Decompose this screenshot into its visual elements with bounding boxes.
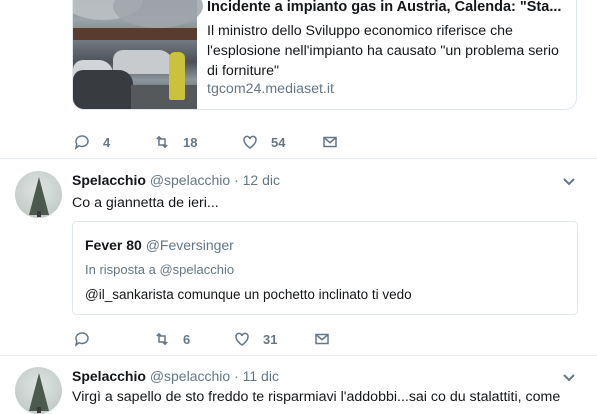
quoted-tweet-header: Fever 80 @Feversinger (85, 237, 234, 253)
retweet-button[interactable]: 18 (153, 133, 241, 151)
message-button[interactable] (313, 330, 393, 348)
chevron-down-icon[interactable] (561, 174, 577, 190)
retweet-button[interactable]: 6 (153, 330, 233, 348)
like-icon (243, 135, 257, 149)
like-button[interactable]: 54 (241, 133, 321, 151)
tweet-actions: 6 31 (73, 329, 393, 349)
quoted-user-handle: @Feversinger (145, 237, 234, 253)
quoted-tweet[interactable]: Fever 80 @Feversinger In risposta a @spe… (72, 221, 578, 315)
tweet-text: Virgì a sapello de sto freddo te risparm… (72, 389, 561, 405)
tweet-divider (0, 355, 597, 356)
reply-button[interactable]: 4 (73, 133, 153, 151)
reply-button[interactable] (73, 330, 153, 348)
user-name[interactable]: Spelacchio (72, 368, 146, 384)
user-handle[interactable]: @spelacchio (150, 368, 230, 384)
retweet-count: 18 (183, 134, 198, 150)
tweet-date[interactable]: · 12 dic (234, 172, 280, 188)
quoted-tweet-text: @il_sankarista comunque un pochetto incl… (85, 287, 412, 302)
avatar[interactable] (15, 171, 62, 218)
retweet-icon (156, 332, 168, 346)
user-name[interactable]: Spelacchio (72, 172, 146, 188)
like-count: 31 (263, 331, 278, 347)
reply-prefix: In risposta a (85, 262, 160, 277)
tweet-text: Co a giannetta de ieri... (72, 195, 219, 211)
link-card-domain: tgcom24.mediaset.it (207, 81, 334, 97)
message-button[interactable] (321, 133, 401, 151)
tweet-actions: 4 18 54 (73, 132, 401, 152)
like-button[interactable]: 31 (233, 330, 313, 348)
reply-icon (74, 135, 89, 150)
reply-to-handle[interactable]: @spelacchio (159, 262, 234, 277)
link-card[interactable]: Incidente a impianto gas in Austria, Cal… (72, 0, 577, 110)
reply-icon (74, 332, 89, 347)
tweet-date[interactable]: · 11 dic (234, 368, 279, 384)
message-icon (323, 136, 337, 148)
user-handle[interactable]: @spelacchio (150, 172, 230, 188)
tweet-header: Spelacchio @spelacchio · 12 dic (72, 172, 280, 188)
avatar[interactable] (15, 367, 62, 414)
like-icon (235, 332, 249, 346)
reply-count: 4 (103, 134, 111, 150)
retweet-count: 6 (183, 331, 191, 347)
reply-context: In risposta a @spelacchio (85, 262, 234, 277)
tweet-header: Spelacchio @spelacchio · 11 dic (72, 368, 279, 384)
tweet-divider (0, 158, 597, 159)
link-card-title: Incidente a impianto gas in Austria, Cal… (207, 0, 562, 15)
link-card-description: Il ministro dello Sviluppo economico rif… (207, 23, 559, 79)
chevron-down-icon[interactable] (561, 370, 577, 386)
retweet-icon (156, 135, 168, 149)
link-card-image (73, 0, 203, 109)
like-count: 54 (271, 134, 286, 150)
message-icon (315, 333, 329, 345)
quoted-user-name: Fever 80 (85, 237, 142, 253)
